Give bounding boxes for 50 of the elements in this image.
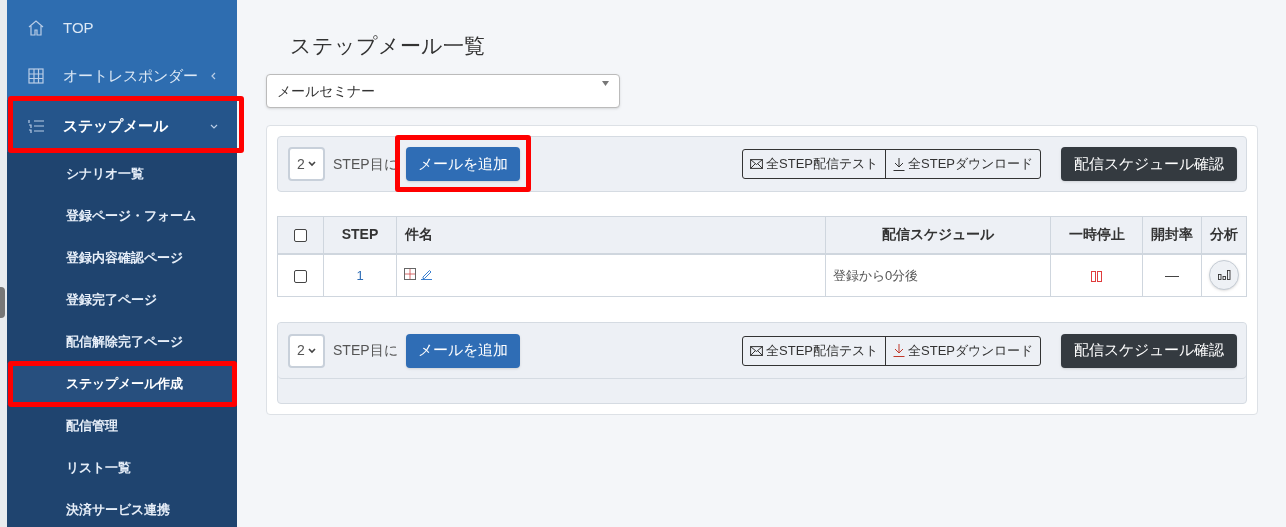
- envelope-icon: [750, 159, 764, 169]
- add-mail-button[interactable]: メールを追加: [405, 333, 520, 368]
- table-cell: 1: [323, 253, 397, 297]
- download-icon: [893, 157, 906, 171]
- bar-chart-icon: [1217, 270, 1231, 281]
- table-cell: —: [1142, 253, 1202, 297]
- sidebar-item[interactable]: TOP: [7, 4, 237, 52]
- chart-button[interactable]: [1209, 260, 1239, 291]
- step-select[interactable]: 2: [288, 333, 325, 368]
- download-button[interactable]: 全STEPダウンロード: [886, 150, 1040, 178]
- submenu-item[interactable]: 登録内容確認ページ: [7, 237, 237, 279]
- step-label: STEP目に: [333, 341, 398, 360]
- column-header: 一時停止: [1050, 216, 1143, 254]
- column-header: STEP: [323, 216, 397, 254]
- envelope-icon: [750, 345, 764, 356]
- download-button[interactable]: 全STEPダウンロード: [886, 336, 1040, 365]
- numbered-list-icon: [27, 117, 45, 135]
- column-header: 分析: [1201, 216, 1247, 254]
- test-send-button[interactable]: 全STEP配信テスト: [743, 150, 887, 178]
- expand-icon[interactable]: [404, 267, 416, 280]
- schedule-button[interactable]: 配信スケジュール確認: [1061, 147, 1237, 181]
- submenu-item[interactable]: 登録完了ページ: [7, 279, 237, 321]
- submenu-item[interactable]: シナリオ一覧: [7, 153, 237, 195]
- chevron-down-icon: [307, 347, 316, 354]
- submenu-item[interactable]: 登録ページ・フォーム: [7, 195, 237, 237]
- submenu-item[interactable]: 決済サービス連携: [7, 489, 237, 527]
- submenu-item[interactable]: リスト一覧: [7, 447, 237, 489]
- pause-icon[interactable]: [1091, 270, 1102, 282]
- grid-icon: [27, 67, 45, 85]
- home-icon: [27, 19, 45, 37]
- chevron-down-icon: [307, 161, 316, 167]
- test-send-button[interactable]: 全STEP配信テスト: [743, 336, 887, 365]
- step-select[interactable]: 2: [288, 147, 325, 181]
- scenario-dropdown[interactable]: メールセミナー: [266, 74, 620, 108]
- submenu-item[interactable]: 配信解除完了ページ: [7, 321, 237, 363]
- panel-handle[interactable]: [0, 287, 5, 318]
- checkbox[interactable]: [294, 229, 307, 243]
- page-title: ステップメール一覧: [289, 33, 486, 59]
- column-header: 配信スケジュール: [825, 216, 1051, 254]
- add-mail-button[interactable]: メールを追加: [405, 147, 520, 181]
- column-header: 開封率: [1142, 216, 1202, 254]
- submenu-item[interactable]: 配信管理: [7, 405, 237, 447]
- column-header: 件名: [396, 216, 826, 254]
- sidebar-item[interactable]: オートレスポンダー: [7, 52, 237, 100]
- download-icon: [893, 344, 906, 357]
- checkbox[interactable]: [294, 269, 307, 283]
- caret-icon: [602, 81, 609, 86]
- schedule-button[interactable]: 配信スケジュール確認: [1061, 333, 1237, 368]
- table-cell: 登録から0分後: [825, 253, 1051, 297]
- pencil-icon[interactable]: [420, 267, 433, 280]
